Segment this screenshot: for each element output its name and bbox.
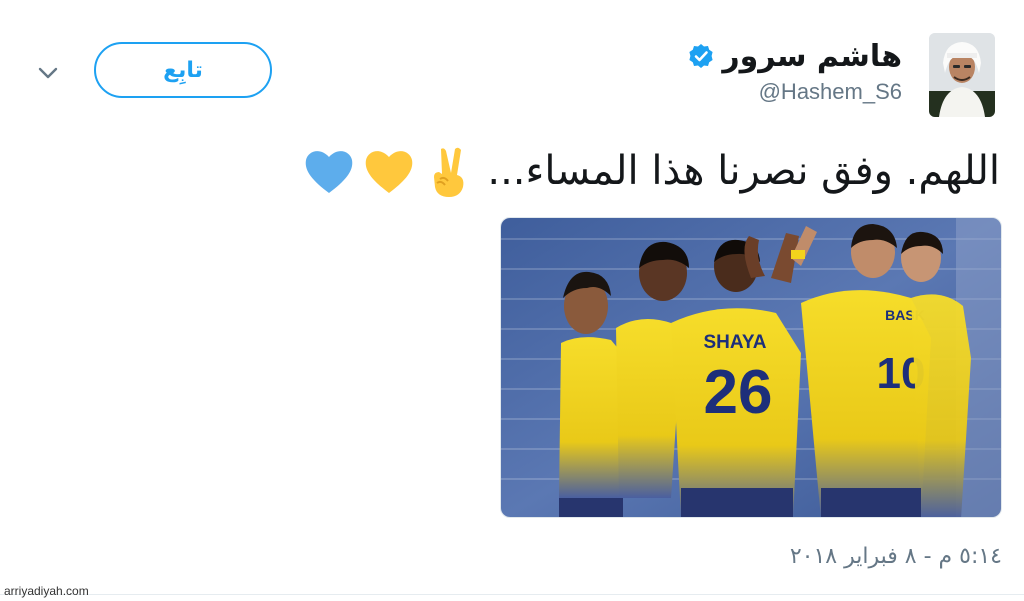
jersey-name: SHAYA — [703, 332, 766, 353]
yellow-heart-icon — [366, 151, 413, 193]
tweet-media-photo[interactable]: SHAYA 26 BASK 10 — [500, 217, 1002, 518]
display-name[interactable]: هاشم سرور — [722, 39, 902, 74]
follow-button[interactable]: تابِع — [94, 42, 272, 98]
site-watermark: arriyadiyah.com — [4, 584, 89, 598]
verified-badge-icon — [689, 44, 713, 68]
emoji-group — [301, 143, 477, 199]
divider — [0, 594, 1024, 595]
tweet-body: اللهم. وفق نصرنا هذا المساء... — [301, 138, 1000, 204]
person-avatar — [929, 33, 995, 117]
victory-hand-icon — [434, 147, 464, 197]
tweet-menu-button[interactable] — [34, 60, 62, 86]
team-celebration-photo: SHAYA 26 BASK 10 — [501, 218, 1001, 517]
author-handle[interactable]: @Hashem_S6 — [759, 79, 902, 105]
chevron-down-icon — [38, 67, 58, 79]
tweet-text: اللهم. وفق نصرنا هذا المساء... — [487, 148, 1000, 194]
tweet-timestamp[interactable]: ٥:١٤ م - ٨ فبراير ٢٠١٨ — [790, 544, 1002, 569]
author-name-row[interactable]: هاشم سرور — [688, 36, 902, 76]
avatar[interactable] — [929, 33, 995, 117]
jersey-number: 26 — [704, 358, 773, 427]
blue-heart-icon — [306, 151, 353, 193]
